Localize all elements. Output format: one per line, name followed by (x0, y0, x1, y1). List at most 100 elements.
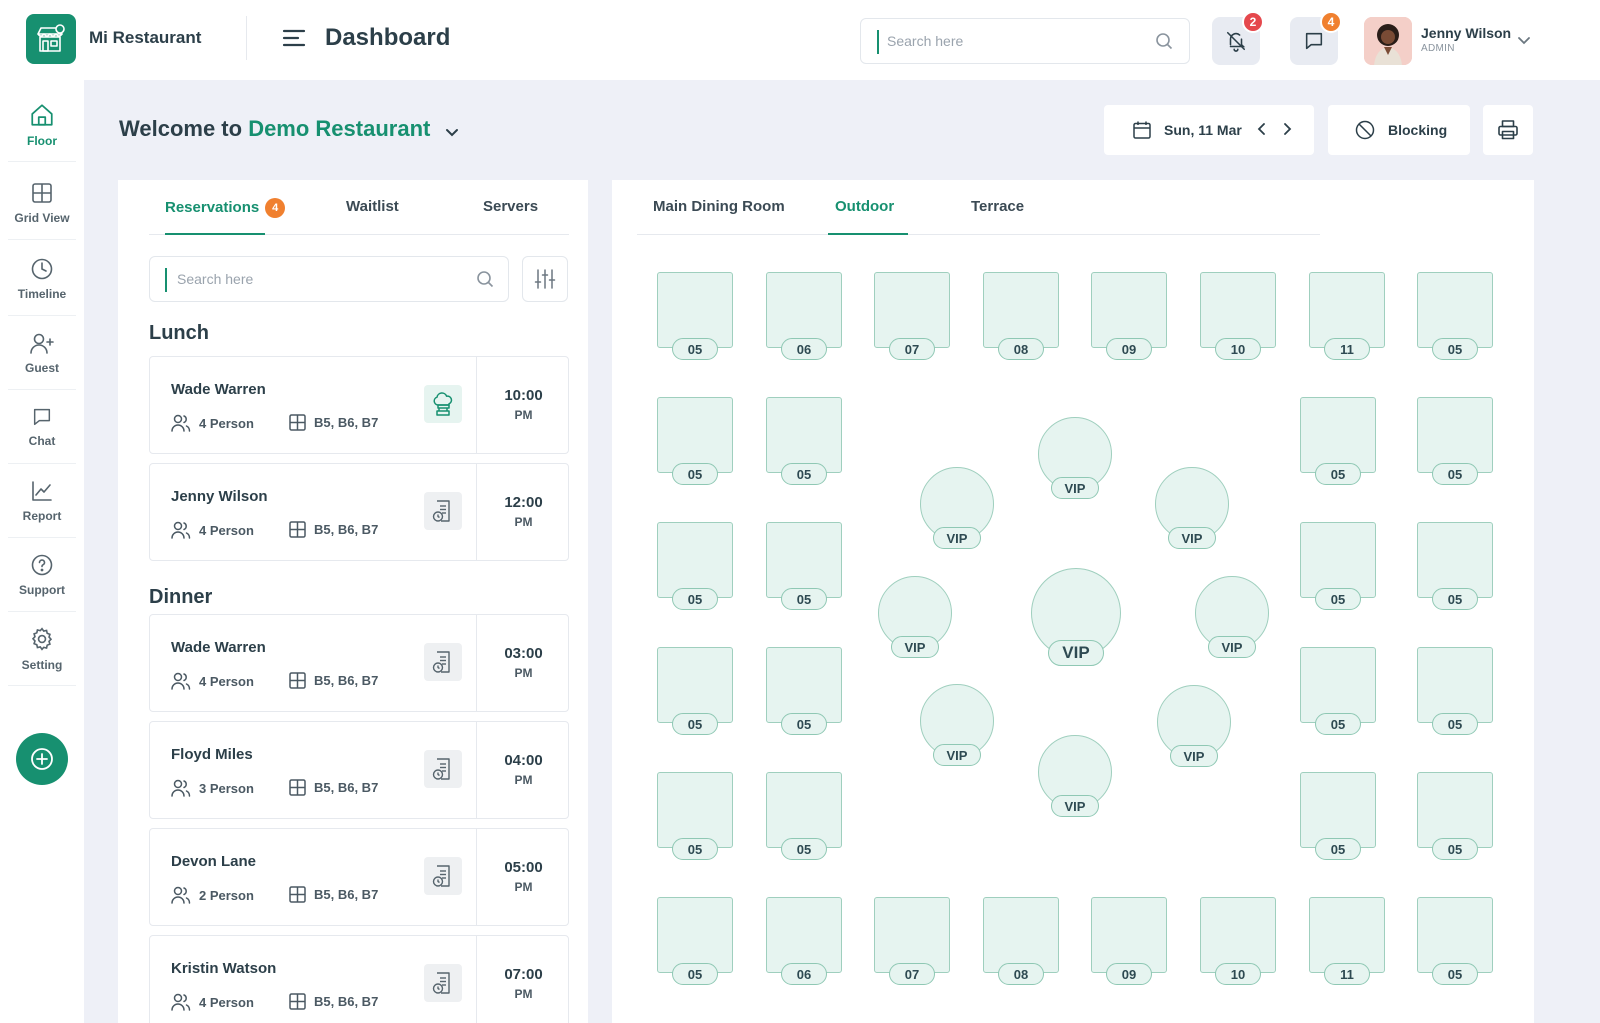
messages-button[interactable]: 4 (1290, 11, 1342, 65)
square-table[interactable]: 05 (1417, 522, 1493, 611)
square-table[interactable]: 11 (1309, 897, 1385, 986)
filter-button[interactable] (522, 256, 568, 302)
square-table[interactable]: 05 (657, 897, 733, 986)
reservation-card[interactable]: Kristin Watson 4 Person B5, B6, B7 07:00 PM (149, 935, 569, 1023)
tab-outdoor[interactable]: Outdoor (835, 198, 894, 215)
notifications-button[interactable]: 2 (1212, 11, 1264, 65)
square-table[interactable]: 05 (1300, 772, 1376, 861)
square-table[interactable]: 05 (657, 272, 733, 361)
square-table[interactable]: 06 (766, 897, 842, 986)
square-table[interactable]: 11 (1309, 272, 1385, 361)
sidebar-item-report[interactable]: Report (8, 464, 76, 538)
square-table[interactable]: 05 (766, 772, 842, 861)
chevron-left-icon[interactable] (1254, 121, 1270, 137)
order-clock-icon[interactable] (424, 750, 462, 788)
tab-waitlist[interactable]: Waitlist (346, 198, 399, 215)
vip-round-table[interactable]: VIP (1038, 417, 1112, 499)
square-table[interactable]: 07 (874, 897, 950, 986)
square-table[interactable]: 05 (1417, 772, 1493, 861)
order-clock-icon[interactable] (424, 964, 462, 1002)
reservation-search-input[interactable] (177, 257, 467, 301)
reservation-search-box[interactable] (149, 256, 509, 302)
sidebar-item-guest[interactable]: Guest (8, 316, 76, 390)
square-table[interactable]: 05 (1417, 897, 1493, 986)
calendar-icon (1132, 120, 1152, 140)
table-number: 05 (1315, 838, 1361, 860)
square-table[interactable]: 05 (657, 522, 733, 611)
square-table[interactable]: 07 (874, 272, 950, 361)
tab-main-dining-room[interactable]: Main Dining Room (653, 198, 785, 215)
reservation-card[interactable]: Wade Warren 4 Person B5, B6, B7 10:00 PM (149, 356, 569, 454)
party-size: 4 Person (171, 521, 254, 539)
square-table[interactable]: 09 (1091, 272, 1167, 361)
add-reservation-button[interactable] (16, 733, 68, 785)
tab-terrace[interactable]: Terrace (971, 198, 1024, 215)
square-table[interactable]: 05 (657, 772, 733, 861)
square-table[interactable]: 05 (766, 647, 842, 736)
sidebar-item-grid-view[interactable]: Grid View (8, 166, 76, 240)
reservation-card[interactable]: Floyd Miles 3 Person B5, B6, B7 04:00 PM (149, 721, 569, 819)
order-clock-icon[interactable] (424, 492, 462, 530)
vip-round-table[interactable]: VIP (920, 467, 994, 549)
sidebar-item-floor[interactable]: Floor (8, 88, 76, 162)
card-divider (476, 464, 477, 560)
reservation-card[interactable]: Devon Lane 2 Person B5, B6, B7 05:00 PM (149, 828, 569, 926)
order-clock-icon[interactable] (424, 857, 462, 895)
vip-round-table[interactable]: VIP (1155, 467, 1229, 549)
order-clock-icon[interactable] (424, 643, 462, 681)
hamburger-menu-icon[interactable] (282, 28, 308, 50)
search-icon[interactable] (1155, 32, 1173, 50)
sidebar-item-label: Floor (27, 133, 57, 148)
table-shape (1200, 272, 1276, 348)
reservation-card[interactable]: Jenny Wilson 4 Person B5, B6, B7 12:00 PM (149, 463, 569, 561)
restaurant-name[interactable]: Demo Restaurant (248, 116, 430, 141)
sidebar-item-setting[interactable]: Setting (8, 612, 76, 686)
square-table[interactable]: 05 (766, 522, 842, 611)
square-table[interactable]: 05 (1417, 272, 1493, 361)
search-icon[interactable] (476, 270, 494, 288)
square-table[interactable]: 09 (1091, 897, 1167, 986)
reservation-ampm: PM (514, 408, 533, 422)
date-picker[interactable]: Sun, 11 Mar (1104, 105, 1314, 155)
square-table[interactable]: 05 (657, 647, 733, 736)
avatar[interactable] (1364, 17, 1412, 65)
print-button[interactable] (1483, 105, 1533, 155)
sidebar-item-support[interactable]: Support (8, 538, 76, 612)
vip-round-table[interactable]: VIP (1038, 735, 1112, 817)
table-number: 11 (1324, 338, 1370, 360)
header-search-box[interactable] (860, 18, 1190, 64)
chevron-down-icon[interactable] (1516, 32, 1532, 48)
vip-round-table[interactable]: VIP (920, 684, 994, 766)
header-search-input[interactable] (887, 19, 1147, 63)
vip-round-table[interactable]: VIP (1031, 568, 1121, 666)
tab-servers[interactable]: Servers (483, 198, 538, 215)
square-table[interactable]: 06 (766, 272, 842, 361)
vip-round-table[interactable]: VIP (878, 576, 952, 658)
guest-name: Kristin Watson (171, 960, 277, 977)
tab-reservations[interactable]: Reservations 4 (165, 198, 286, 218)
square-table[interactable]: 05 (1300, 397, 1376, 486)
square-table[interactable]: 08 (983, 897, 1059, 986)
square-table[interactable]: 05 (1300, 647, 1376, 736)
chef-icon[interactable] (424, 385, 462, 423)
restaurant-chevron-down-icon[interactable] (444, 124, 460, 140)
sidebar-item-timeline[interactable]: Timeline (8, 242, 76, 316)
square-table[interactable]: 05 (1417, 647, 1493, 736)
table-shape (1300, 647, 1376, 723)
restaurant-logo-icon[interactable] (26, 14, 76, 64)
chevron-right-icon[interactable] (1279, 121, 1295, 137)
square-table[interactable]: 05 (1300, 522, 1376, 611)
square-table[interactable]: 10 (1200, 272, 1276, 361)
square-table[interactable]: 10 (1200, 897, 1276, 986)
sidebar-item-chat[interactable]: Chat (8, 390, 76, 464)
square-table[interactable]: 05 (657, 397, 733, 486)
blocking-button[interactable]: Blocking (1328, 105, 1470, 155)
vip-round-table[interactable]: VIP (1157, 685, 1231, 767)
vip-round-table[interactable]: VIP (1195, 576, 1269, 658)
square-table[interactable]: 05 (766, 397, 842, 486)
guest-name: Wade Warren (171, 639, 266, 656)
guest-name: Floyd Miles (171, 746, 253, 763)
square-table[interactable]: 05 (1417, 397, 1493, 486)
reservation-card[interactable]: Wade Warren 4 Person B5, B6, B7 03:00 PM (149, 614, 569, 712)
square-table[interactable]: 08 (983, 272, 1059, 361)
